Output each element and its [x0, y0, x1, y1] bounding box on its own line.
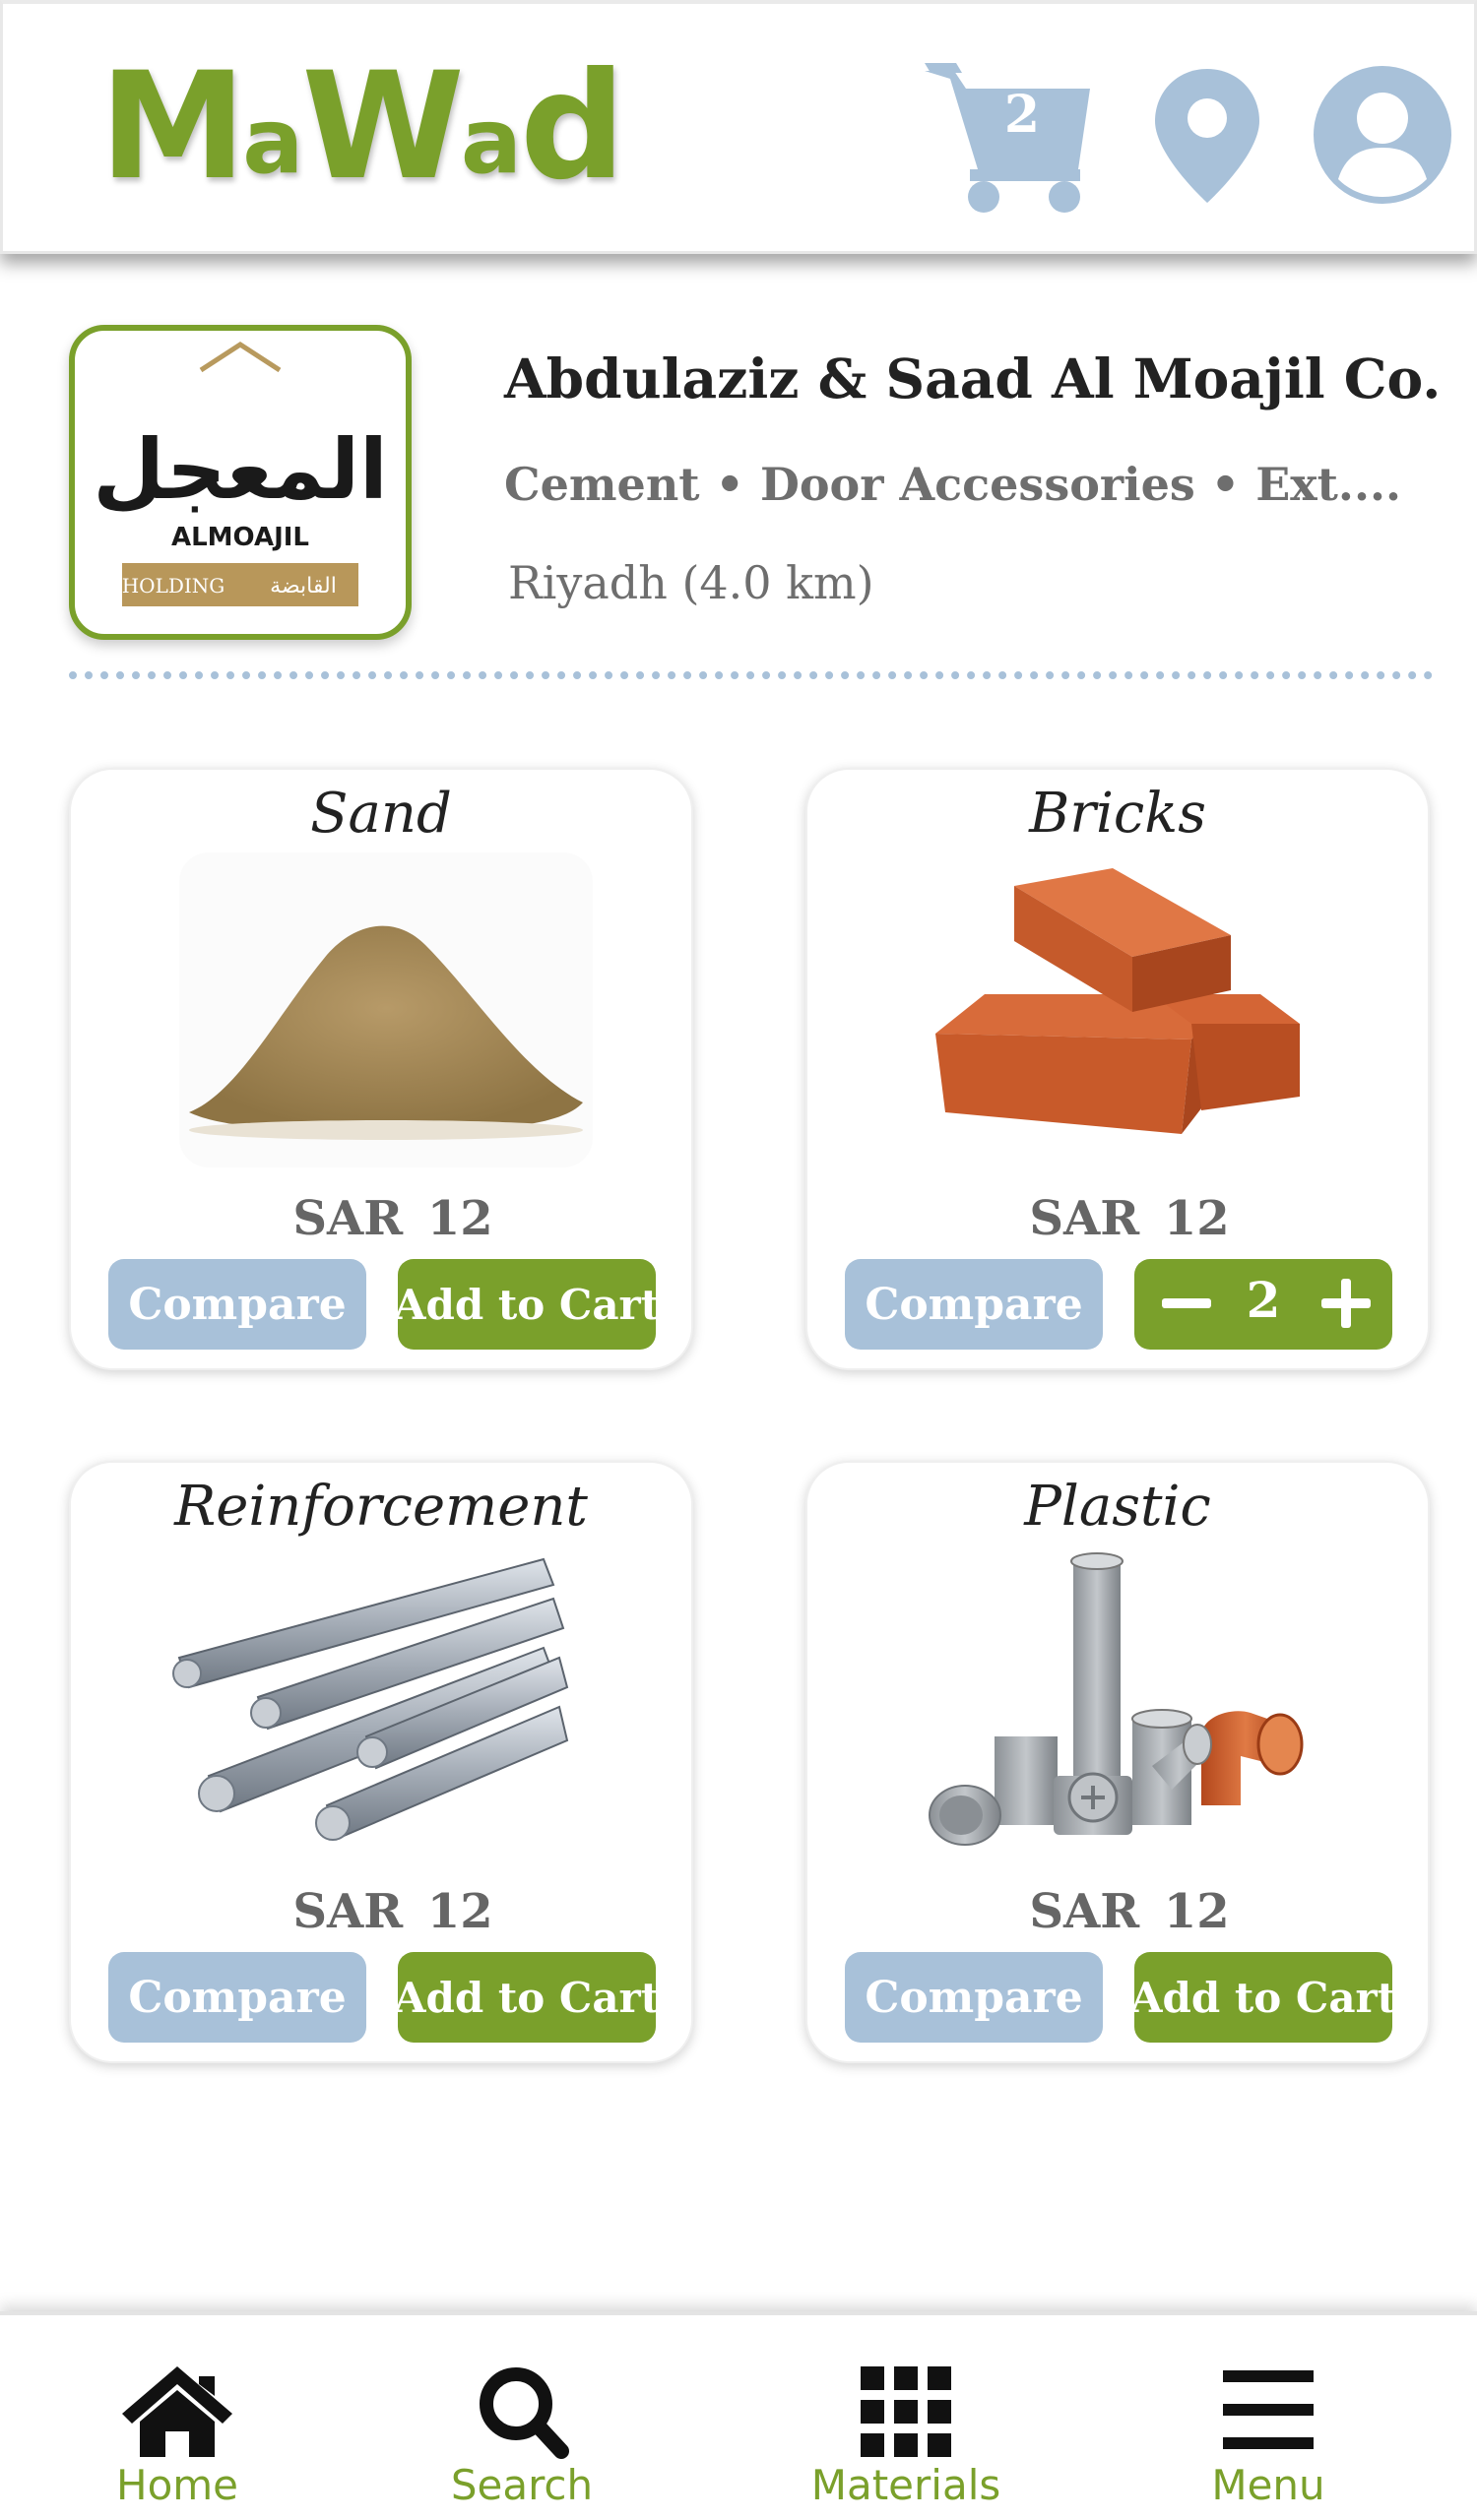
search-icon [480, 2367, 569, 2459]
product-price: SAR 12 [1029, 1191, 1230, 1246]
bricks-image [935, 868, 1300, 1134]
product-price: SAR 12 [1029, 1884, 1230, 1939]
sand-image [179, 852, 593, 1167]
product-price: SAR 12 [292, 1884, 493, 1939]
top-header: M a W a d 2 [0, 0, 1477, 254]
grid-icon [861, 2366, 951, 2457]
hamburger-menu-icon [1223, 2370, 1314, 2449]
logo-letter: d [519, 41, 625, 213]
plus-icon-stroke[interactable] [1341, 1279, 1351, 1328]
product-card-sand[interactable]: Sand SAR 12 Compare Add to Cart [69, 768, 693, 1370]
vendor-logo[interactable]: المعجل ALMOAJIL HOLDING القابضة [69, 325, 412, 640]
product-title: Plastic [1024, 1475, 1211, 1539]
compare-button[interactable]: Compare [845, 1952, 1103, 2043]
product-card-reinforcement[interactable]: Reinforcement SAR 12 Compare Add to Cart [69, 1461, 693, 2063]
vendor-location: Riyadh (4.0 km) [508, 556, 874, 609]
logo-letter: a [460, 89, 522, 194]
logo-letter: W [301, 41, 464, 213]
product-card-bricks[interactable]: Bricks SAR 12 Compare 2 [805, 768, 1430, 1370]
nav-label: Materials [810, 2461, 1001, 2509]
nav-item-menu[interactable]: Menu [1150, 2315, 1386, 2520]
quantity-value: 2 [1246, 1271, 1281, 1329]
bottom-navigation: Home Search Materials Menu [0, 2311, 1477, 2520]
logo-letter: M [99, 41, 246, 213]
product-title: Reinforcement [174, 1475, 588, 1539]
home-icon [122, 2366, 232, 2457]
cart-count-badge: 2 [1003, 85, 1041, 145]
nav-label: Home [115, 2461, 239, 2509]
product-title: Bricks [1029, 782, 1206, 846]
add-to-cart-button[interactable]: Add to Cart [394, 1259, 660, 1350]
nav-label: Search [450, 2461, 594, 2509]
add-to-cart-button[interactable]: Add to Cart [394, 1952, 660, 2043]
mawad-logo[interactable]: M a W a d [99, 41, 625, 213]
nav-item-search[interactable]: Search [404, 2315, 640, 2520]
product-title: Sand [310, 782, 452, 846]
nav-item-materials[interactable]: Materials [788, 2315, 1024, 2520]
plastic-pipes-image [929, 1552, 1304, 1846]
vendor-categories: Cement • Door Accessories • Ext.... [504, 458, 1401, 511]
compare-button[interactable]: Compare [108, 1259, 366, 1350]
compare-button[interactable]: Compare [108, 1952, 366, 2043]
product-price: SAR 12 [292, 1191, 493, 1246]
section-divider [69, 671, 1433, 679]
user-account-icon[interactable] [1313, 65, 1452, 205]
minus-icon[interactable] [1162, 1298, 1211, 1308]
product-card-plastic[interactable]: Plastic SAR 12 Compare Add to Cart [805, 1461, 1430, 2063]
reinforcement-bars-image [172, 1557, 569, 1841]
nav-label: Menu [1211, 2461, 1325, 2509]
logo-arabic-text: المعجل [93, 421, 388, 518]
nav-item-home[interactable]: Home [59, 2315, 295, 2520]
location-pin-icon[interactable] [1153, 67, 1261, 205]
quantity-stepper: 2 [1134, 1259, 1392, 1350]
logo-latin-text: ALMOAJIL [171, 523, 309, 552]
logo-letter: a [242, 89, 303, 194]
compare-button[interactable]: Compare [845, 1259, 1103, 1350]
vendor-name[interactable]: Abdulaziz & Saad Al Moajil Co. [504, 346, 1441, 410]
logo-band-right: القابضة [270, 574, 337, 598]
almoajil-logo-image: المعجل ALMOAJIL HOLDING القابضة [93, 342, 388, 606]
logo-band-left: HOLDING [122, 574, 225, 598]
add-to-cart-button[interactable]: Add to Cart [1130, 1952, 1396, 2043]
